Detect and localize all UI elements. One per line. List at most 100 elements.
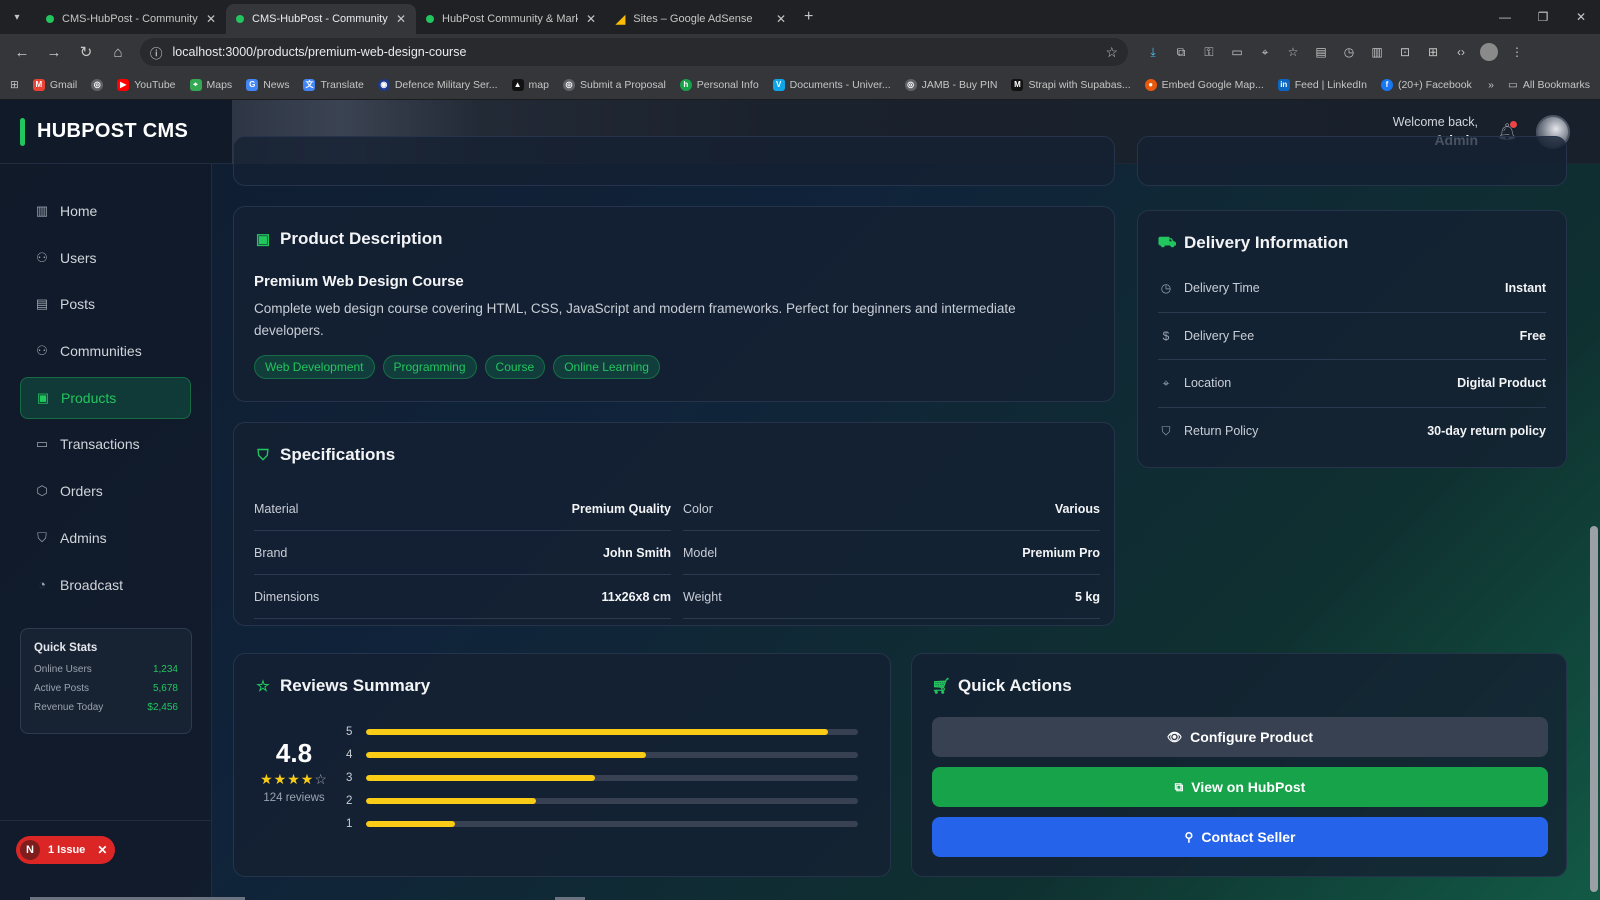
rating-bar-track <box>366 820 858 827</box>
close-window-icon[interactable]: ✕ <box>1562 0 1600 34</box>
card-icon[interactable]: ▭ <box>1228 43 1246 61</box>
favorites-icon[interactable]: ☆ <box>1284 43 1302 61</box>
sidebar-item-posts[interactable]: ▤ Posts <box>20 283 191 325</box>
bookmark-personal-info[interactable]: h Personal Info <box>679 78 759 91</box>
close-icon[interactable]: ✕ <box>586 12 596 26</box>
bookmark-facebook[interactable]: f (20+) Facebook <box>1380 78 1472 91</box>
notification-dot <box>1510 121 1517 128</box>
bookmark-documents[interactable]: V Documents - Univer... <box>772 78 891 91</box>
key-icon[interactable]: ⚿ <box>1200 43 1218 61</box>
address-bar[interactable]: ⓘ localhost:3000/products/premium-web-de… <box>140 38 1128 66</box>
location-icon[interactable]: ⌖ <box>1256 43 1274 61</box>
rating-bar-row: 4 <box>346 743 858 766</box>
users-icon: ⚇ <box>36 249 48 265</box>
menu-icon[interactable]: ⋮ <box>1508 43 1526 61</box>
tab-search-icon[interactable]: ▾ <box>6 6 28 28</box>
delivery-row: ◷ Delivery Time Instant <box>1158 265 1546 313</box>
delivery-rows: ◷ Delivery Time Instant $ Delivery Fee Free … <box>1158 265 1546 455</box>
card-title: 🛒︎ Quick Actions <box>931 676 1072 695</box>
contact-seller-button[interactable]: ⚲ Contact Seller <box>932 817 1548 857</box>
close-icon[interactable]: ✕ <box>776 12 786 26</box>
card-title: ☆ Reviews Summary <box>254 676 870 696</box>
profile-avatar[interactable] <box>1480 43 1498 61</box>
tag[interactable]: Online Learning <box>553 355 660 380</box>
star-filled-icon: ★ <box>273 771 288 787</box>
home-icon[interactable]: ⌂ <box>104 38 132 66</box>
page-scrollbar[interactable] <box>1590 526 1598 892</box>
new-tab-icon[interactable]: + <box>804 8 813 26</box>
rating-bar-fill <box>366 797 536 804</box>
screenshot-icon[interactable]: ⊡ <box>1396 43 1414 61</box>
close-icon[interactable]: ✕ <box>97 843 107 857</box>
bookmark-jamb[interactable]: ◎ JAMB - Buy PIN <box>904 78 997 91</box>
restore-icon[interactable]: ❐ <box>1524 0 1562 34</box>
configure-product-button[interactable]: 👁︎ Configure Product <box>932 717 1548 757</box>
bookmark-strapi[interactable]: M Strapi with Supabas... <box>1011 78 1131 91</box>
sidebar-item-transactions[interactable]: ▭ Transactions <box>20 423 191 465</box>
bookmark-maps[interactable]: ⌖ Maps <box>189 78 232 91</box>
bookmark-translate[interactable]: 文 Translate <box>303 78 364 91</box>
sidebar-item-communities[interactable]: ⚇ Communities <box>20 330 191 372</box>
tag[interactable]: Course <box>484 355 546 380</box>
reading-list-icon[interactable]: ▤ <box>1312 43 1330 61</box>
issues-badge[interactable]: N 1 Issue ✕ <box>16 836 115 864</box>
close-icon[interactable]: ✕ <box>206 12 216 26</box>
tag[interactable]: Programming <box>382 355 477 380</box>
apps-icon[interactable]: ⊞ <box>1424 43 1442 61</box>
bookmark-youtube[interactable]: ▶ YouTube <box>117 78 176 91</box>
spec-row: Weight 5 kg <box>683 575 1100 619</box>
star-empty-icon: ☆ <box>314 771 328 787</box>
bookmark-proposal[interactable]: ◎ Submit a Proposal <box>562 78 666 91</box>
browser-toolbar: ← → ↻ ⌂ ⓘ localhost:3000/products/premiu… <box>0 34 1600 70</box>
browser-tab-4[interactable]: ◢ Sites – Google AdSense ✕ <box>606 4 796 34</box>
shield-icon: ⛉ <box>257 446 269 464</box>
bookmark-embed-map[interactable]: ● Embed Google Map... <box>1144 78 1264 91</box>
bookmark-news[interactable]: G News <box>246 78 289 91</box>
rating-bar-row: 1 <box>346 812 858 835</box>
forward-icon[interactable]: → <box>40 38 68 66</box>
sidebar-item-products[interactable]: ▣ Products <box>20 376 191 419</box>
user-pin-icon: ● <box>1144 78 1157 91</box>
spec-row: Dimensions 11x26x8 cm <box>254 575 671 619</box>
history-icon[interactable]: ◷ <box>1340 43 1358 61</box>
trash-icon[interactable]: ▥ <box>1368 43 1386 61</box>
sidebar-item-admins[interactable]: ⛉ Admins <box>20 517 191 559</box>
extensions-icon[interactable]: ⧉ <box>1172 43 1190 61</box>
documents-icon: V <box>772 78 785 91</box>
tag[interactable]: Web Development <box>254 355 375 380</box>
browser-tab-3[interactable]: HubPost Community & Market ✕ <box>416 4 606 34</box>
download-icon[interactable]: ⤓ <box>1144 43 1162 61</box>
back-icon[interactable]: ← <box>8 38 36 66</box>
browser-tab-2[interactable]: CMS-HubPost - Community M ✕ <box>226 4 416 34</box>
all-bookmarks[interactable]: ▭ All Bookmarks <box>1508 79 1590 91</box>
spec-row: Model Premium Pro <box>683 531 1100 575</box>
folder-icon: ▭ <box>1507 78 1518 91</box>
bookmark-globe[interactable]: ◎ <box>91 78 104 91</box>
close-icon[interactable]: ✕ <box>396 12 406 26</box>
devtools-icon[interactable]: ‹› <box>1452 43 1470 61</box>
shield-icon: ⛉ <box>1161 423 1171 438</box>
star-filled-icon: ★ <box>300 771 315 787</box>
sidebar-item-orders[interactable]: ⬡ Orders <box>20 470 191 512</box>
rating-bar-label: 5 <box>346 725 353 738</box>
spec-row: Color Various <box>683 487 1100 531</box>
bookmark-star-icon[interactable]: ☆ <box>1105 44 1118 61</box>
reload-icon[interactable]: ↻ <box>72 38 100 66</box>
star-filled-icon: ★ <box>287 771 301 787</box>
tab-favicon <box>426 15 434 23</box>
view-on-hubpost-button[interactable]: ⧉ View on HubPost <box>932 767 1548 807</box>
bookmark-linkedin[interactable]: in Feed | LinkedIn <box>1277 78 1367 91</box>
sidebar-item-broadcast[interactable]: ◔ Broadcast <box>20 564 191 606</box>
sidebar-item-home[interactable]: ▥ Home <box>20 190 191 232</box>
bookmark-gmail[interactable]: M Gmail <box>32 78 77 91</box>
more-bookmarks-icon[interactable]: » <box>1488 79 1494 91</box>
minimize-icon[interactable]: — <box>1486 0 1524 34</box>
bookmark-map[interactable]: ▲ map <box>511 78 549 91</box>
bookmark-defence[interactable]: ◉ Defence Military Ser... <box>377 78 498 91</box>
apps-grid-icon[interactable]: ⊞ <box>10 79 19 91</box>
brand-logo[interactable]: HUBPOST CMS <box>0 117 232 146</box>
sidebar-item-users[interactable]: ⚇ Users <box>20 237 191 279</box>
rating-bar-label: 2 <box>346 794 353 807</box>
browser-tab-1[interactable]: CMS-HubPost - Community M ✕ <box>36 4 226 34</box>
site-info-icon[interactable]: ⓘ <box>150 43 163 62</box>
